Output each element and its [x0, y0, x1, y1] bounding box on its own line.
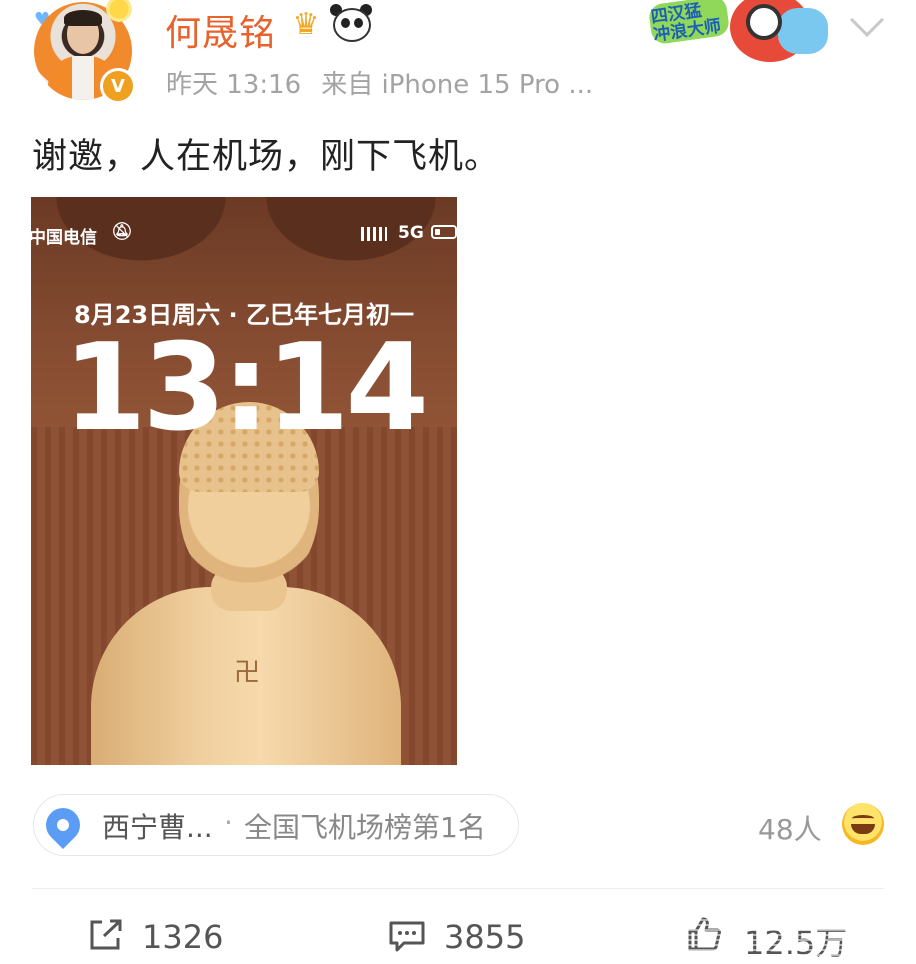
post-source[interactable]: 来自 iPhone 15 Pro ... [321, 70, 593, 100]
event-badge[interactable]: 四汉猛 冲浪大师 [647, 0, 830, 62]
share-count[interactable]: 1326 [142, 918, 223, 956]
username[interactable]: 何晟铭 [165, 4, 276, 56]
location-separator: · [224, 806, 233, 839]
crown-icon[interactable]: ♛ [286, 8, 326, 42]
comment-icon[interactable] [388, 920, 426, 952]
lockscreen-clock: 13:14 [63, 319, 429, 458]
location-rank[interactable]: 全国飞机场榜第1名 [244, 806, 486, 846]
emoji-icon[interactable] [842, 803, 884, 845]
divider [32, 888, 884, 889]
verified-badge: V [100, 68, 136, 104]
network-label: 5G [398, 223, 424, 243]
post-meta: 昨天 13:16 来自 iPhone 15 Pro ... [166, 64, 613, 101]
sun-icon [104, 0, 134, 24]
location-name[interactable]: 西宁曹... [102, 806, 213, 846]
chevron-down-icon[interactable] [850, 3, 884, 37]
carrier-label: 中国电信 [31, 228, 97, 248]
bell-muted-icon: 🔕︎ [111, 222, 133, 242]
share-icon[interactable] [88, 918, 124, 952]
event-badge-label: 四汉猛 冲浪大师 [650, 0, 723, 46]
post-text: 谢邀，人在机场，刚下飞机。 [32, 137, 501, 177]
post-timestamp: 昨天 13:16 [166, 70, 302, 100]
swastika-symbol: 卍 [234, 658, 261, 688]
visitor-count: 48人 [758, 813, 822, 846]
post-image[interactable]: 卍 中国电信 🔕︎ 5G 8月23日周六 · 乙巳年七月初一 13:14 [31, 197, 457, 765]
comment-count[interactable]: 3855 [444, 918, 525, 956]
scan-overlay [650, 912, 894, 956]
panda-icon[interactable] [333, 8, 371, 42]
signal-icon [361, 227, 387, 241]
battery-icon [431, 225, 457, 239]
